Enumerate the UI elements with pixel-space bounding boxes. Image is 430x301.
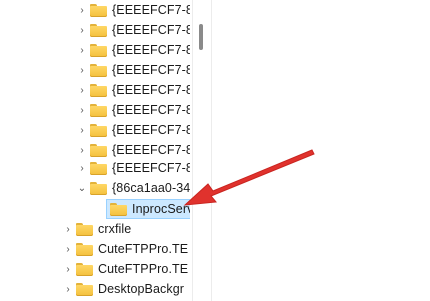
annotation-arrow-icon (183, 149, 315, 206)
